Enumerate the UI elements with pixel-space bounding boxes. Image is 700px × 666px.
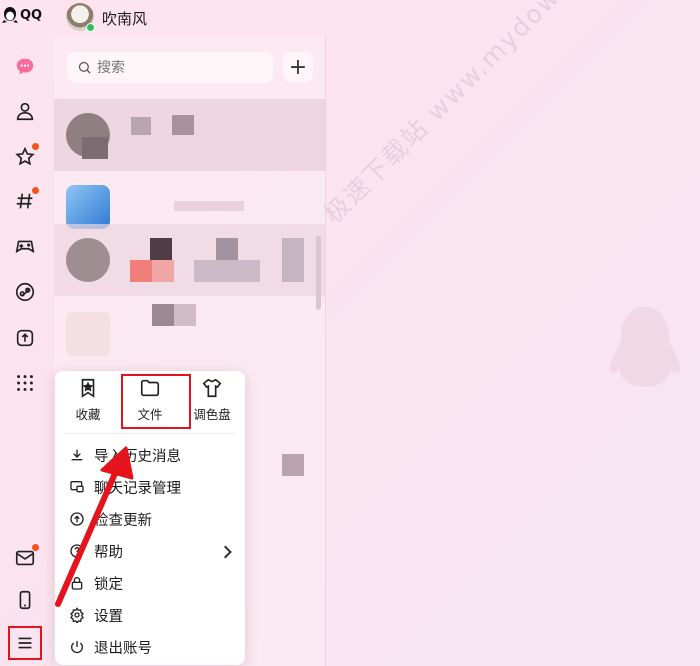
nav-more-apps[interactable]	[11, 369, 39, 397]
apps-grid-icon	[17, 375, 33, 391]
notification-dot	[32, 187, 39, 194]
tool-label: 收藏	[75, 407, 101, 422]
nav-channels[interactable]	[11, 187, 39, 215]
contacts-icon	[16, 102, 34, 121]
avatar	[66, 185, 110, 229]
logo-text: QQ	[20, 7, 43, 23]
nav-contacts[interactable]	[11, 97, 39, 125]
search-box[interactable]	[67, 52, 273, 83]
username[interactable]: 吹南风	[102, 8, 147, 29]
menu-label: 聊天记录管理	[94, 480, 181, 497]
title-bar: QQ 吹南风	[0, 0, 700, 36]
lock-icon	[71, 577, 83, 590]
game-icon	[15, 240, 35, 254]
chat-record-icon	[70, 481, 84, 493]
qq-logo: QQ	[2, 6, 42, 24]
chevron-right-icon	[223, 545, 232, 559]
menu-label: 检查更新	[94, 512, 152, 529]
download-icon	[71, 449, 83, 461]
main-menu-popup: 收藏 文件 调色盘 导入历史消息 聊天记录管理 检查更新 帮助 锁定 设置 退出…	[55, 371, 245, 665]
divider	[65, 433, 235, 434]
nav-explore[interactable]	[11, 278, 39, 306]
conversation-item[interactable]	[54, 224, 326, 296]
upload-icon	[16, 329, 34, 347]
menu-chat-records[interactable]: 聊天记录管理	[55, 472, 245, 502]
nav-upload[interactable]	[11, 324, 39, 352]
nav-messages[interactable]	[11, 53, 39, 81]
menu-label: 帮助	[94, 544, 123, 561]
search-input[interactable]	[97, 59, 257, 76]
menu-icon	[18, 637, 32, 649]
update-icon	[70, 512, 84, 526]
menu-label: 锁定	[94, 576, 123, 593]
online-status-icon	[86, 23, 95, 32]
nav-phone[interactable]	[11, 586, 39, 614]
help-icon	[70, 544, 84, 558]
menu-settings[interactable]: 设置	[55, 600, 245, 630]
logout-icon	[71, 641, 83, 654]
avatar	[66, 312, 110, 356]
menu-help[interactable]: 帮助	[55, 536, 245, 566]
phone-icon	[19, 590, 31, 610]
notification-dot	[32, 143, 39, 150]
chat-bubble-icon	[16, 58, 34, 75]
penguin-logo-icon	[2, 7, 18, 23]
notification-dot	[32, 544, 39, 551]
nav-rail	[0, 36, 52, 666]
tool-label: 调色盘	[193, 407, 231, 422]
planet-icon	[15, 282, 35, 302]
files-highlight	[121, 374, 191, 429]
settings-icon	[70, 607, 84, 623]
add-button[interactable]: +	[283, 52, 313, 82]
search-icon	[78, 61, 91, 74]
menu-label: 设置	[94, 608, 123, 625]
palette-icon	[202, 378, 222, 398]
nav-games[interactable]	[11, 232, 39, 260]
avatar	[66, 238, 110, 282]
collect-icon	[81, 378, 95, 398]
quick-tools: 收藏 文件 调色盘	[55, 371, 245, 433]
nav-favorites[interactable]	[11, 143, 39, 171]
menu-lock[interactable]: 锁定	[55, 568, 245, 598]
penguin-icon	[609, 307, 681, 387]
nav-mail[interactable]	[11, 544, 39, 572]
menu-logout[interactable]: 退出账号	[55, 632, 245, 662]
conversation-item[interactable]	[54, 99, 326, 171]
conversation-item[interactable]	[54, 298, 326, 370]
tool-favorites[interactable]: 收藏	[57, 377, 119, 429]
nav-main-menu[interactable]	[11, 629, 39, 657]
menu-label: 退出账号	[94, 640, 152, 657]
avatar[interactable]	[66, 3, 95, 32]
menu-check-update[interactable]: 检查更新	[55, 504, 245, 534]
menu-import-history[interactable]: 导入历史消息	[55, 440, 245, 470]
menu-label: 导入历史消息	[94, 448, 181, 465]
